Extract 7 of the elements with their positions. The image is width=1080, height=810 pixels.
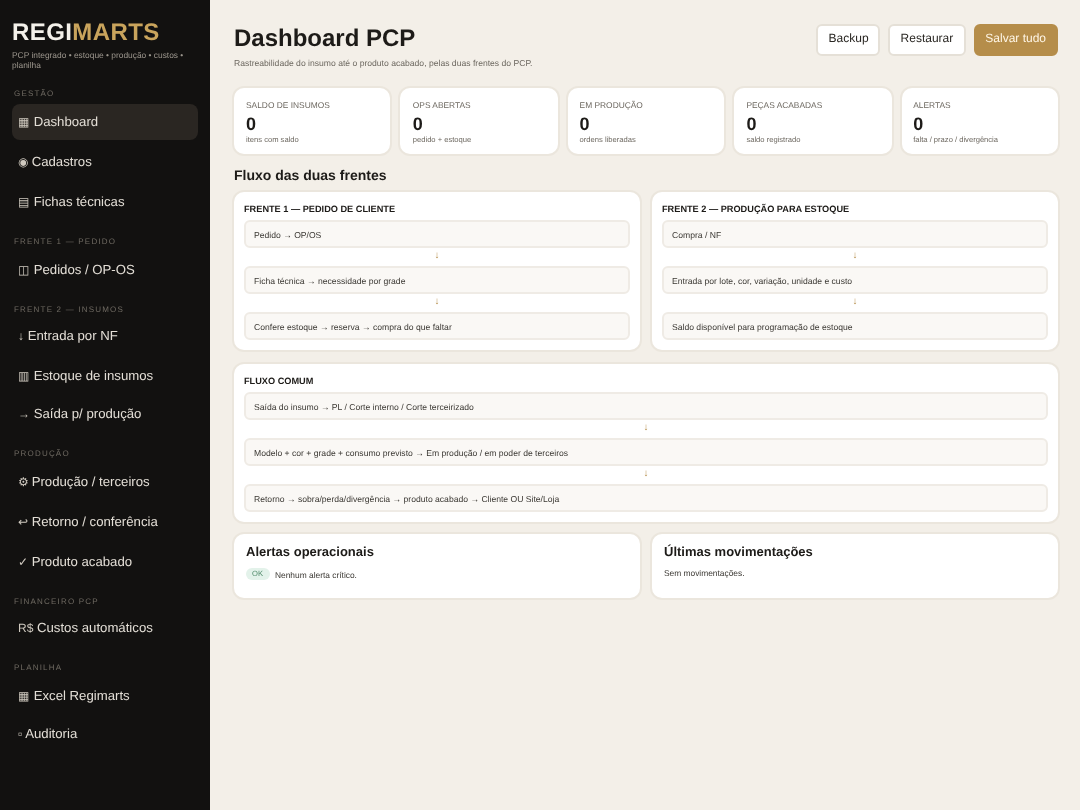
stat-value: 0 — [412, 114, 425, 134]
page-title: Dashboard PCP — [234, 24, 418, 52]
stat-value: 0 — [579, 114, 592, 134]
stat-value: 0 — [913, 114, 926, 134]
stat-value: 0 — [246, 114, 259, 134]
stat-value: 0 — [746, 114, 759, 134]
brand-logo: REGIMARTS — [12, 18, 162, 46]
